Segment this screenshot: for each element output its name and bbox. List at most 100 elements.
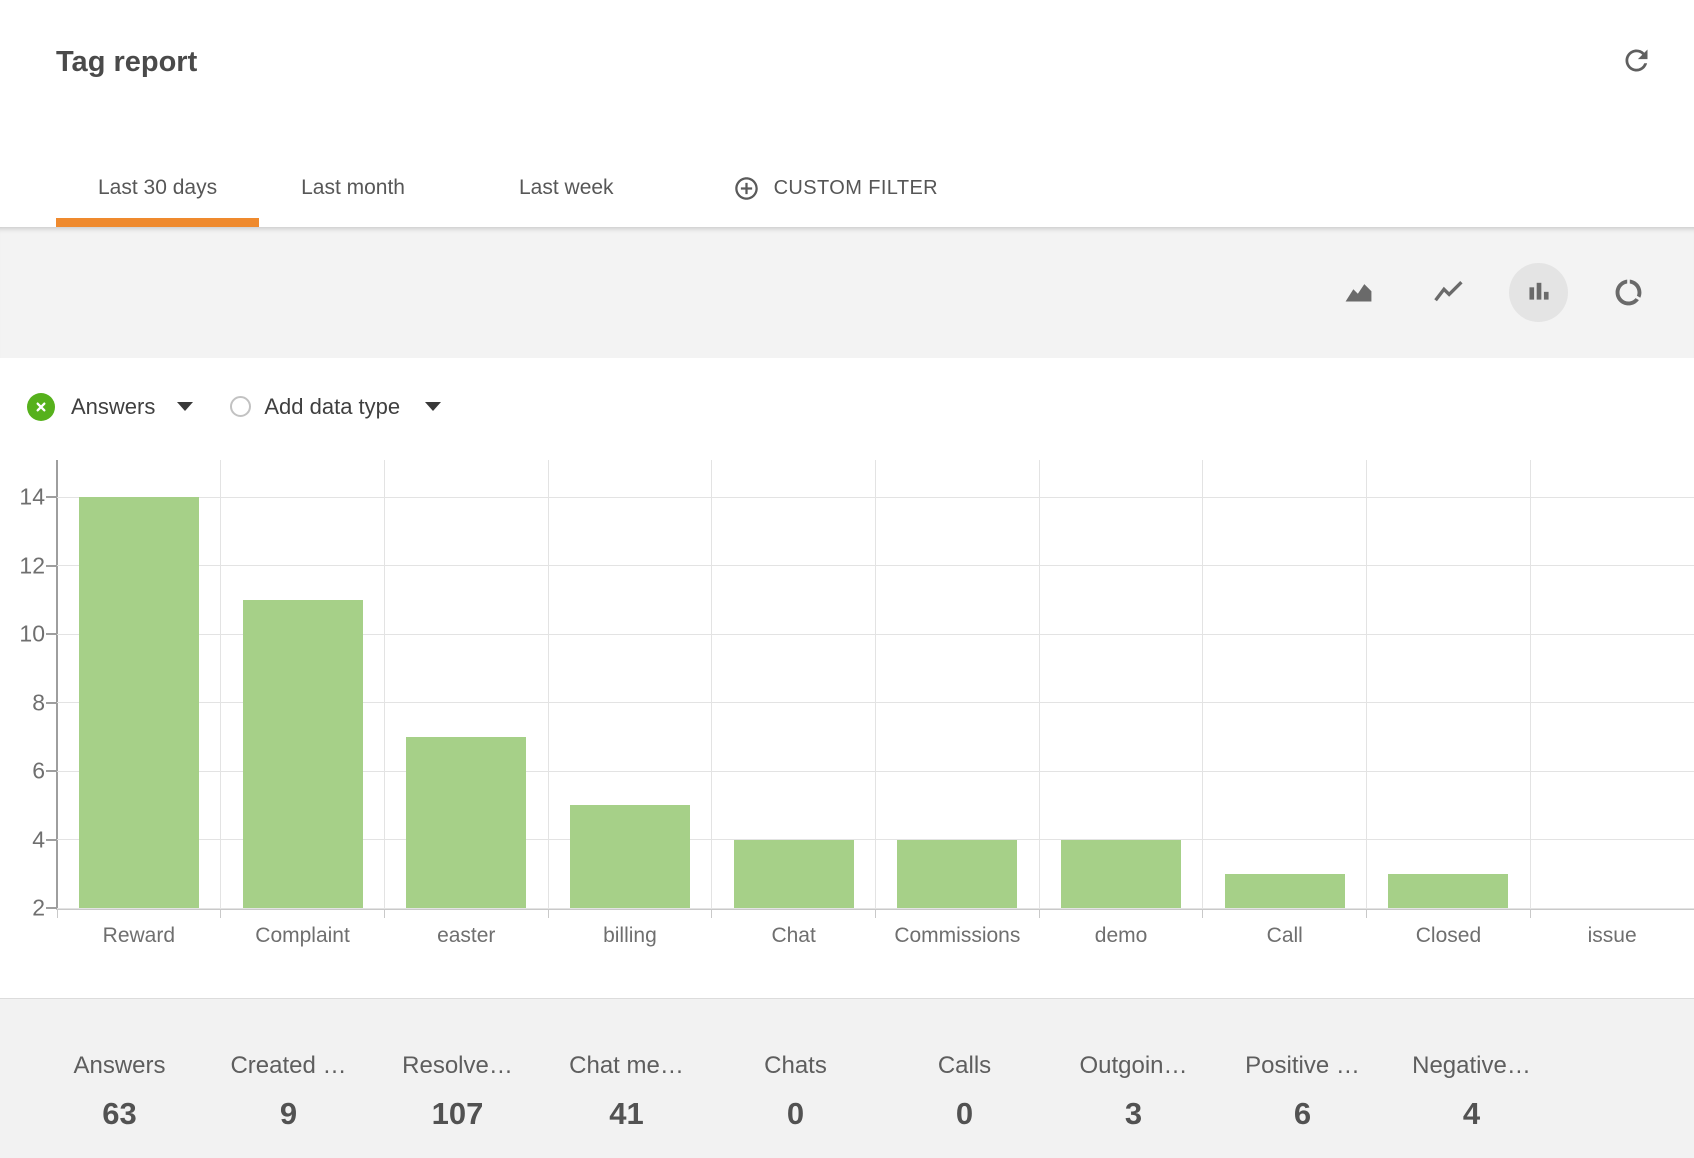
date-range-tabs: Last 30 days Last month Last week CUSTOM… (0, 149, 1694, 227)
x-tick (1530, 910, 1531, 918)
bar-easter[interactable] (406, 737, 526, 908)
stat-value: 3 (1049, 1096, 1218, 1132)
x-axis-label: demo (1095, 924, 1148, 948)
y-tick (46, 565, 57, 567)
remove-series-button[interactable] (27, 393, 55, 421)
summary-stats-row: Answers 63 Created … 9 Resolve… 107 Chat… (0, 998, 1694, 1158)
stat-created: Created … 9 (204, 1052, 373, 1158)
area-chart-button[interactable] (1329, 263, 1388, 322)
x-tick (875, 910, 876, 918)
donut-chart-button[interactable] (1599, 263, 1658, 322)
stat-label: Negative… (1387, 1052, 1556, 1080)
y-tick (46, 907, 57, 909)
stat-label: Positive … (1218, 1052, 1387, 1080)
gridline-v (1202, 460, 1203, 908)
stat-value: 0 (880, 1096, 1049, 1132)
y-axis-label: 8 (0, 689, 45, 716)
x-axis-label: Closed (1416, 924, 1481, 948)
tab-label: Last week (519, 176, 614, 200)
bar-chart-button[interactable] (1509, 263, 1568, 322)
stat-label: Calls (880, 1052, 1049, 1080)
y-axis-label: 14 (0, 484, 45, 511)
stat-value: 63 (35, 1096, 204, 1132)
page-title: Tag report (56, 46, 197, 79)
bar-commissions[interactable] (897, 840, 1017, 909)
bar-reward[interactable] (79, 497, 199, 908)
tag-report-page: Tag report Last 30 days Last month Last … (0, 0, 1694, 1158)
x-axis-label: easter (437, 924, 495, 948)
remove-circle-icon (31, 397, 51, 417)
refresh-button[interactable] (1616, 42, 1656, 82)
x-tick (1039, 910, 1040, 918)
bar-demo[interactable] (1061, 840, 1181, 909)
x-tick (711, 910, 712, 918)
y-tick (46, 702, 57, 704)
bar-chart: 1412108642RewardComplainteasterbillingCh… (0, 455, 1694, 998)
tab-last-month[interactable]: Last month (259, 149, 447, 227)
x-axis-label: Chat (771, 924, 815, 948)
stat-outgoing: Outgoin… 3 (1049, 1052, 1218, 1158)
stat-value: 41 (542, 1096, 711, 1132)
stat-label: Chat me… (542, 1052, 711, 1080)
stat-resolved: Resolve… 107 (373, 1052, 542, 1158)
tab-label: Last month (301, 176, 405, 200)
refresh-icon (1620, 44, 1653, 77)
stat-value: 0 (711, 1096, 880, 1132)
chart-type-toolbar (0, 227, 1694, 358)
stat-label: Created … (204, 1052, 373, 1080)
stat-chat-messages: Chat me… 41 (542, 1052, 711, 1158)
x-axis-label: Complaint (255, 924, 350, 948)
x-tick (1366, 910, 1367, 918)
stat-label: Answers (35, 1052, 204, 1080)
chevron-down-icon[interactable] (425, 402, 441, 411)
y-tick (46, 839, 57, 841)
tab-label: Last 30 days (98, 176, 217, 200)
x-tick (384, 910, 385, 918)
y-axis-label: 10 (0, 621, 45, 648)
stat-negative: Negative… 4 (1387, 1052, 1556, 1158)
x-axis-label: Reward (103, 924, 175, 948)
tab-last-30-days[interactable]: Last 30 days (56, 149, 259, 227)
radio-circle-icon[interactable] (230, 396, 251, 417)
donut-chart-icon (1613, 277, 1644, 308)
stat-value: 6 (1218, 1096, 1387, 1132)
stat-positive: Positive … 6 (1218, 1052, 1387, 1158)
report-header: Tag report Last 30 days Last month Last … (0, 0, 1694, 227)
y-axis-label: 6 (0, 758, 45, 785)
stat-calls: Calls 0 (880, 1052, 1049, 1158)
plus-circle-icon (733, 175, 760, 202)
line-chart-button[interactable] (1419, 263, 1478, 322)
gridline-v (875, 460, 876, 908)
tab-last-week[interactable]: Last week (477, 149, 656, 227)
bar-chat[interactable] (734, 840, 854, 909)
y-tick (46, 496, 57, 498)
custom-filter-button[interactable]: CUSTOM FILTER (691, 149, 980, 227)
stat-value: 107 (373, 1096, 542, 1132)
bar-chart-icon (1523, 277, 1554, 308)
area-chart-icon (1343, 277, 1374, 308)
tab-label: CUSTOM FILTER (774, 177, 938, 200)
series-label[interactable]: Answers (71, 394, 155, 420)
stat-label: Outgoin… (1049, 1052, 1218, 1080)
x-axis-label: Commissions (894, 924, 1020, 948)
gridline-v (548, 460, 549, 908)
gridline-v (1039, 460, 1040, 908)
x-tick (548, 910, 549, 918)
x-tick (57, 910, 58, 918)
y-axis-label: 4 (0, 826, 45, 853)
bar-closed[interactable] (1388, 874, 1508, 908)
bar-call[interactable] (1225, 874, 1345, 908)
add-data-type-label[interactable]: Add data type (264, 394, 400, 420)
bar-complaint[interactable] (243, 600, 363, 908)
stat-value: 9 (204, 1096, 373, 1132)
gridline-v (1366, 460, 1367, 908)
x-tick (1202, 910, 1203, 918)
x-axis-label: billing (603, 924, 657, 948)
gridline-v (384, 460, 385, 908)
gridline-v (220, 460, 221, 908)
gridline-v (1530, 460, 1531, 908)
series-filter-row: Answers Add data type (0, 358, 1694, 455)
bar-billing[interactable] (570, 805, 690, 908)
chevron-down-icon[interactable] (177, 402, 193, 411)
x-tick (220, 910, 221, 918)
